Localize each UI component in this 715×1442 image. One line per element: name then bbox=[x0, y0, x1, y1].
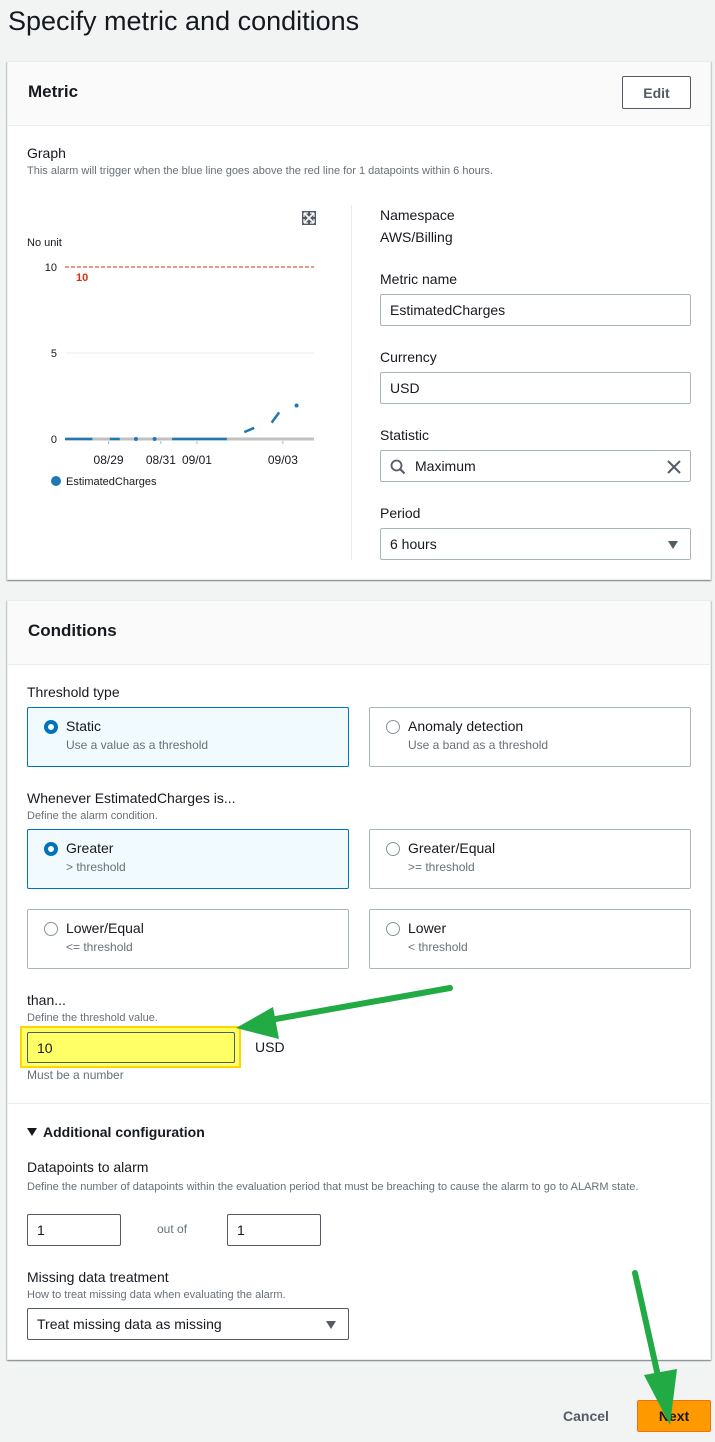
edit-button[interactable]: Edit bbox=[622, 76, 691, 109]
datapoints-input[interactable]: 1 bbox=[27, 1214, 121, 1246]
missing-data-desc: How to treat missing data when evaluatin… bbox=[27, 1289, 286, 1301]
tile-desc: Use a value as a threshold bbox=[66, 738, 209, 752]
threshold-value: 10 bbox=[37, 1039, 53, 1056]
metric-chart: No unit 0 5 10 10 08/29 08/31 09/01 09/03 Esti… bbox=[27, 211, 316, 488]
threshold-label: 10 bbox=[76, 272, 88, 284]
metric-panel-header: Metric Edit bbox=[8, 62, 710, 126]
whenever-label: Whenever EstimatedCharges is... bbox=[27, 790, 236, 806]
tile-desc: <= threshold bbox=[66, 940, 133, 954]
currency-input[interactable]: USD bbox=[380, 372, 691, 404]
conditions-panel-header: Conditions bbox=[8, 601, 710, 665]
x-tick-label: 08/29 bbox=[94, 453, 124, 467]
x-tick-label: 08/31 bbox=[146, 453, 176, 467]
statistic-label: Statistic bbox=[380, 427, 430, 443]
datapoints-label: Datapoints to alarm bbox=[27, 1159, 149, 1175]
unit-label: No unit bbox=[27, 237, 62, 249]
metric-divider bbox=[351, 205, 352, 560]
data-point bbox=[294, 403, 299, 408]
radio-greater-equal[interactable] bbox=[386, 842, 400, 856]
condition-greater-equal[interactable]: Greater/Equal >= threshold bbox=[369, 829, 691, 889]
expand-icon[interactable] bbox=[302, 211, 316, 225]
tile-desc: Use a band as a threshold bbox=[408, 738, 549, 752]
legend-label[interactable]: EstimatedCharges bbox=[66, 476, 157, 488]
period-select[interactable]: 6 hours bbox=[380, 528, 691, 560]
tile-desc: >= threshold bbox=[408, 860, 475, 874]
caret-down-icon bbox=[326, 1321, 336, 1329]
currency-label: Currency bbox=[380, 349, 437, 365]
y-tick-label: 0 bbox=[51, 434, 57, 446]
graph-label: Graph bbox=[27, 145, 66, 161]
caret-down-icon bbox=[668, 541, 678, 549]
namespace-label: Namespace bbox=[380, 207, 455, 223]
graph-description: This alarm will trigger when the blue li… bbox=[27, 165, 493, 177]
metric-name-input[interactable]: EstimatedCharges bbox=[380, 294, 691, 326]
next-button[interactable]: Next bbox=[637, 1400, 711, 1432]
threshold-type-anomaly[interactable]: Anomaly detection Use a band as a thresh… bbox=[369, 707, 691, 767]
series-line bbox=[243, 426, 255, 434]
evaluation-periods-input[interactable]: 1 bbox=[227, 1214, 321, 1246]
data-point bbox=[152, 437, 157, 441]
condition-lower[interactable]: Lower < threshold bbox=[369, 909, 691, 969]
radio-lower[interactable] bbox=[386, 922, 400, 936]
tile-title: Static bbox=[66, 718, 102, 734]
additional-config-toggle[interactable]: Additional configuration bbox=[27, 1124, 205, 1140]
x-tick-label: 09/03 bbox=[268, 453, 298, 467]
section-divider bbox=[8, 1103, 710, 1104]
x-tick-label: 09/01 bbox=[182, 453, 212, 467]
than-label: than... bbox=[27, 992, 66, 1008]
radio-anomaly[interactable] bbox=[386, 720, 400, 734]
threshold-unit: USD bbox=[255, 1039, 285, 1055]
tile-desc: > threshold bbox=[66, 860, 126, 874]
currency-value: USD bbox=[390, 380, 420, 396]
missing-data-value: Treat missing data as missing bbox=[37, 1316, 222, 1332]
clear-icon[interactable] bbox=[666, 459, 682, 475]
radio-static[interactable] bbox=[44, 720, 58, 734]
search-icon bbox=[390, 459, 406, 475]
threshold-type-static[interactable]: Static Use a value as a threshold bbox=[27, 707, 349, 767]
tile-desc: < threshold bbox=[408, 940, 468, 954]
missing-data-label: Missing data treatment bbox=[27, 1269, 169, 1285]
y-tick-label: 10 bbox=[45, 262, 57, 274]
additional-config-label: Additional configuration bbox=[43, 1124, 205, 1140]
period-value: 6 hours bbox=[390, 536, 437, 552]
metric-name-value: EstimatedCharges bbox=[390, 302, 506, 318]
datapoints-desc: Define the number of datapoints within t… bbox=[27, 1181, 639, 1193]
conditions-panel-title: Conditions bbox=[28, 621, 117, 640]
series-line bbox=[270, 411, 281, 424]
page-title: Specify metric and conditions bbox=[8, 6, 360, 36]
missing-data-select[interactable]: Treat missing data as missing bbox=[27, 1308, 349, 1340]
evaluation-value: 1 bbox=[237, 1222, 245, 1238]
tile-title: Lower/Equal bbox=[66, 920, 144, 936]
legend-swatch bbox=[51, 476, 61, 486]
condition-greater[interactable]: Greater > threshold bbox=[27, 829, 349, 889]
tile-title: Greater bbox=[66, 840, 114, 856]
tile-title: Lower bbox=[408, 920, 447, 936]
cancel-button[interactable]: Cancel bbox=[556, 1401, 616, 1431]
period-label: Period bbox=[380, 505, 421, 521]
metric-panel-title: Metric bbox=[28, 82, 79, 101]
radio-lower-equal[interactable] bbox=[44, 922, 58, 936]
whenever-desc: Define the alarm condition. bbox=[27, 810, 158, 822]
tile-title: Greater/Equal bbox=[408, 840, 496, 856]
than-desc: Define the threshold value. bbox=[27, 1012, 158, 1024]
datapoints-value: 1 bbox=[37, 1222, 45, 1238]
statistic-value: Maximum bbox=[415, 458, 476, 474]
radio-greater[interactable] bbox=[44, 842, 58, 856]
data-point bbox=[133, 437, 138, 441]
threshold-type-label: Threshold type bbox=[27, 684, 120, 700]
statistic-input[interactable]: Maximum bbox=[380, 450, 691, 482]
metric-name-label: Metric name bbox=[380, 271, 458, 287]
out-of-label: out of bbox=[157, 1222, 188, 1236]
threshold-hint: Must be a number bbox=[27, 1068, 124, 1082]
y-tick-label: 5 bbox=[51, 348, 57, 360]
caret-down-icon bbox=[27, 1128, 37, 1136]
condition-lower-equal[interactable]: Lower/Equal <= threshold bbox=[27, 909, 349, 969]
threshold-value-input[interactable]: 10 bbox=[27, 1032, 235, 1063]
tile-title: Anomaly detection bbox=[408, 718, 524, 734]
namespace-value: AWS/Billing bbox=[380, 229, 453, 245]
